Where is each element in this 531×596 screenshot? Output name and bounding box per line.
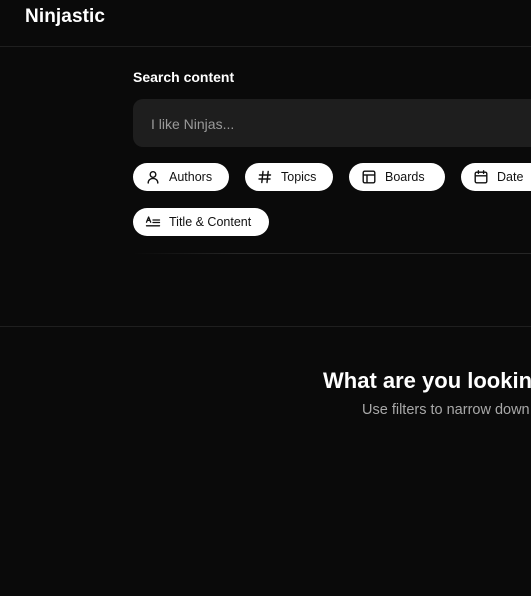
filter-topics-button[interactable]: Topics	[245, 163, 333, 191]
filter-title-content-button[interactable]: Title & Content	[133, 208, 269, 236]
top-bar: Ninjastic	[0, 0, 531, 47]
divider	[133, 253, 531, 254]
filter-boards-button[interactable]: Boards	[349, 163, 445, 191]
search-box[interactable]	[133, 99, 531, 149]
empty-state-subtitle: Use filters to narrow down your search	[362, 402, 531, 418]
hash-icon	[257, 169, 273, 185]
brand-logo[interactable]: Ninjastic	[25, 6, 105, 28]
search-input[interactable]	[149, 99, 531, 149]
layout-icon	[361, 169, 377, 185]
filter-topics-label: Topics	[281, 170, 317, 184]
filter-date-button[interactable]: Date	[461, 163, 531, 191]
section-divider	[0, 326, 531, 327]
filter-authors-label: Authors	[169, 170, 213, 184]
filter-boards-label: Boards	[385, 170, 425, 184]
text-align-icon	[145, 214, 161, 230]
filter-title-content-label: Title & Content	[169, 215, 252, 229]
filter-authors-button[interactable]: Authors	[133, 163, 229, 191]
search-label: Search content	[133, 69, 235, 85]
filter-date-label: Date	[497, 170, 524, 184]
empty-state-title: What are you looking for?	[323, 368, 531, 393]
user-icon	[145, 169, 161, 185]
search-page: Ninjastic Search content Authors Topics	[0, 0, 531, 596]
calendar-icon	[473, 169, 489, 185]
